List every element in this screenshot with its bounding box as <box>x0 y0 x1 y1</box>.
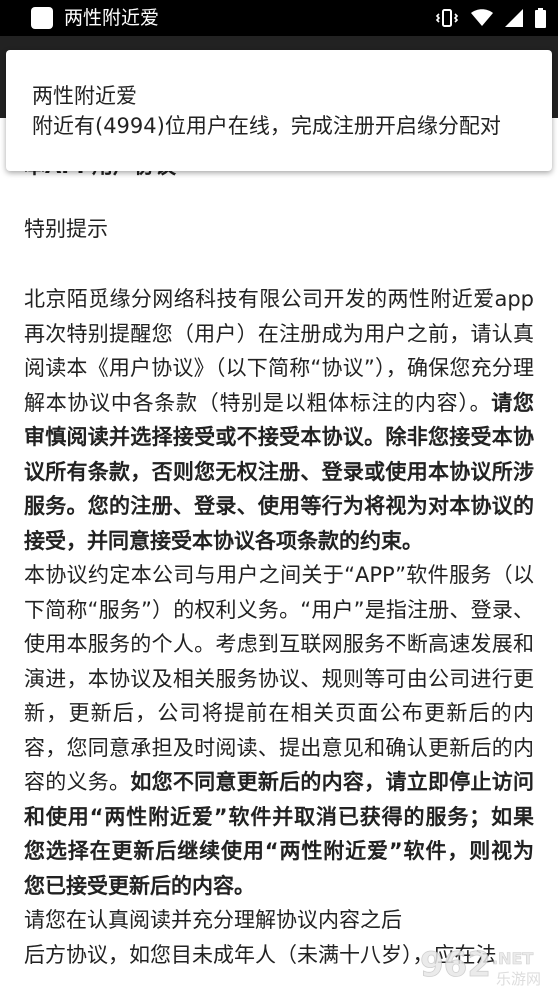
status-bar: 两性附近爱 <box>0 0 558 36</box>
watermark-logo: 962 .NET 乐游网 <box>418 942 554 988</box>
svg-text:乐游网: 乐游网 <box>496 970 541 988</box>
app-icon <box>31 7 53 29</box>
status-app-title: 两性附近爱 <box>64 7 160 29</box>
notification-text: 附近有(4994)位用户在线，完成注册开启缘分配对 <box>32 114 501 138</box>
vibrate-icon <box>435 8 459 28</box>
svg-text:.NET: .NET <box>492 949 533 968</box>
agreement-content[interactable]: 本APP用户协议 特别提示 北京陌觅缘分网络科技有限公司开发的两性附近爱app再… <box>24 118 534 992</box>
battery-icon <box>535 8 546 28</box>
paragraph-read-notice: 请您在认真阅读并充分理解协议内容之后 <box>24 903 534 938</box>
status-icons <box>435 6 546 30</box>
notification-title: 两性附近爱 <box>32 84 137 108</box>
paragraph-special-notice: 北京陌觅缘分网络科技有限公司开发的两性附近爱app再次特别提醒您（用户）在注册成… <box>24 282 534 558</box>
svg-text:962: 962 <box>420 945 491 985</box>
paragraph-text: 本协议约定本公司与用户之间关于“APP”软件服务（以下简称“服务”）的权利义务。… <box>24 563 534 794</box>
wifi-icon <box>471 9 493 27</box>
signal-icon <box>505 9 523 27</box>
paragraph-agreement-scope: 本协议约定本公司与用户之间关于“APP”软件服务（以下简称“服务”）的权利义务。… <box>24 558 534 903</box>
heads-up-notification[interactable]: 两性附近爱 附近有(4994)位用户在线，完成注册开启缘分配对 <box>6 50 552 171</box>
paragraph-text: 请您在认真阅读并充分理解协议内容之后 <box>24 908 402 932</box>
section-heading: 特别提示 <box>24 217 108 241</box>
paragraph-text: 北京陌觅缘分网络科技有限公司开发的两性附近爱app再次特别提醒您（用户）在注册成… <box>24 287 534 415</box>
